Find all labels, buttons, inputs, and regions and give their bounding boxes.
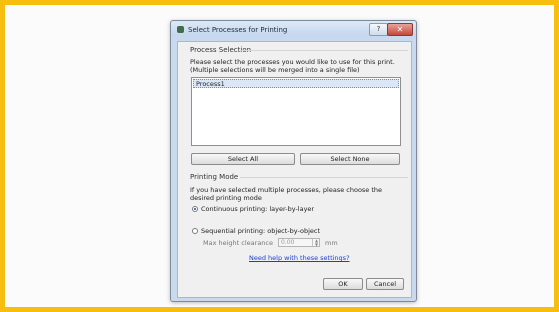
process-selection-description-2: (Multiple selections will be merged into… (190, 66, 360, 74)
dialog-title: Select Processes for Printing (188, 26, 288, 34)
title-bar[interactable]: Select Processes for Printing ? ✕ (171, 21, 416, 39)
continuous-printing-radio[interactable] (192, 206, 198, 212)
max-height-unit: mm (325, 239, 338, 247)
process-selection-description-1: Please select the processes you would li… (190, 58, 395, 66)
help-button[interactable]: ? (369, 23, 388, 36)
printing-mode-heading: Printing Mode (190, 173, 239, 181)
list-item-process1[interactable]: Process1 (193, 79, 399, 88)
outer-frame: Select Processes for Printing ? ✕ Proces… (0, 0, 559, 312)
help-settings-link[interactable]: Need help with these settings? (249, 254, 350, 262)
select-none-button[interactable]: Select None (300, 153, 400, 165)
max-height-label: Max height clearance (203, 239, 273, 247)
max-height-spinner[interactable]: ▲ ▼ (312, 239, 320, 246)
app-icon (177, 26, 184, 33)
printing-mode-description-2: desired printing mode (190, 194, 262, 202)
group-divider (240, 177, 408, 178)
ok-button[interactable]: OK (323, 278, 363, 290)
dialog-body: Process Selection Please select the proc… (177, 41, 412, 298)
cancel-button[interactable]: Cancel (366, 278, 404, 290)
process-listbox[interactable]: Process1 (191, 77, 401, 146)
select-processes-dialog: Select Processes for Printing ? ✕ Proces… (170, 20, 417, 302)
close-button[interactable]: ✕ (387, 23, 413, 36)
select-all-button[interactable]: Select All (191, 153, 295, 165)
sequential-printing-radio[interactable] (192, 228, 198, 234)
group-divider (240, 50, 408, 51)
continuous-printing-label[interactable]: Continuous printing: layer-by-layer (201, 205, 314, 213)
sequential-printing-label[interactable]: Sequential printing: object-by-object (201, 227, 320, 235)
printing-mode-description-1: If you have selected multiple processes,… (190, 186, 383, 194)
